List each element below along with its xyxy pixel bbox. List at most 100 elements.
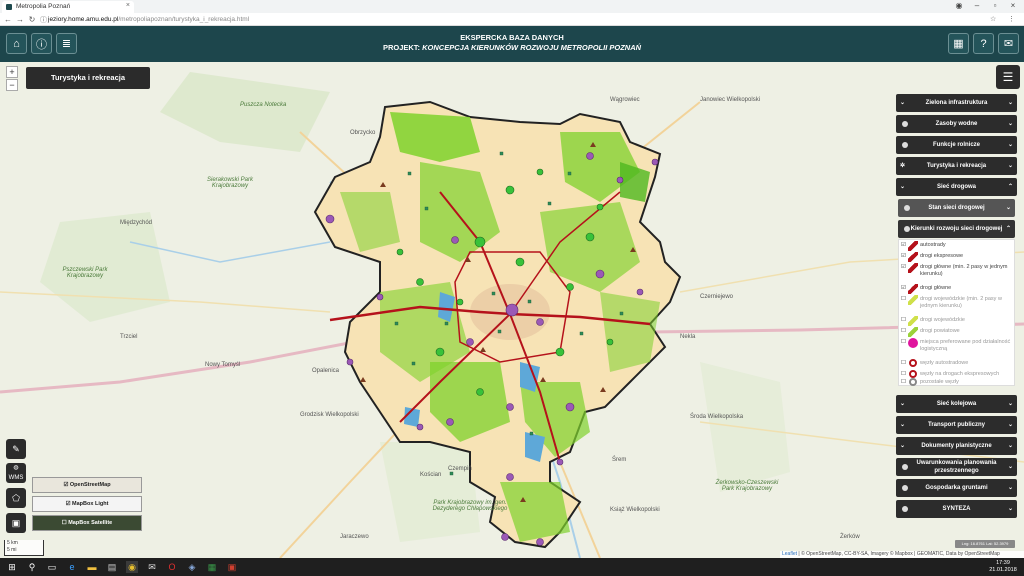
reload-icon[interactable]: ↻ [26,13,38,26]
label-grodzisk: Grodzisk Wielkopolski [300,412,359,418]
leaflet-link[interactable]: Leaflet [782,551,797,557]
checkbox-icon[interactable]: ☐ [901,360,906,366]
section-label: Funkcje rolnicze [932,142,980,148]
section-turystyka[interactable]: ✲ Turystyka i rekreacja ⌄ [896,157,1017,175]
draw-tool-icon[interactable]: ✎ [6,439,26,459]
section-siec-drogowa[interactable]: ⌄ Sieć drogowa ⌃ [896,178,1017,196]
scale-km: 5 km [7,540,18,546]
section-label: Kierunki rozwoju sieci drogowej [910,226,1003,232]
checkbox-icon[interactable]: ☐ [901,339,906,345]
label-dezydery: Park Krajobrazowy im. gen. Dezyderego Ch… [432,500,508,512]
checkbox-icon[interactable]: ☑ [63,482,68,488]
legend-swatch-icon [908,252,918,262]
page-title: EKSPERCKA BAZA DANYCH PROJEKT: KONCEPCJA… [300,33,724,53]
minimize-icon[interactable]: – [968,0,986,12]
edge-icon[interactable]: e [66,561,78,573]
section-zasoby[interactable]: Zasoby wodne ⌄ [896,115,1017,133]
task-view-icon[interactable]: ▭ [46,561,58,573]
chevron-up-icon: ⌃ [1005,226,1011,232]
chevron-down-icon: ⌄ [1007,464,1013,470]
region-shape-icon[interactable]: ⬠ [6,488,26,508]
title-project-name: KONCEPCJA KIERUNKÓW ROZWOJU METROPOLII P… [422,43,642,52]
url-host: jeziory.home.amu.edu.pl [48,16,119,23]
store-icon[interactable]: ▤ [106,561,118,573]
help-icon[interactable]: ? [973,33,994,54]
system-clock[interactable]: 17:39 21.01.2018 [986,560,1020,574]
mail-icon[interactable]: ✉ [998,33,1019,54]
chevron-up-icon: ⌃ [1007,184,1013,190]
browser-tab[interactable]: Metropolia Poznań × [2,1,134,13]
checkbox-icon[interactable]: ☑ [66,501,71,507]
chevron-down-icon: ⌄ [900,443,906,449]
forward-icon[interactable]: → [14,13,26,26]
section-funkcje[interactable]: Funkcje rolnicze ⌄ [896,136,1017,154]
start-icon[interactable]: ⊞ [6,561,18,573]
favicon-icon [6,4,12,10]
toggle-dot-icon[interactable] [902,121,908,127]
info-icon[interactable]: ⓘ [31,33,52,54]
layers-icon[interactable]: ☰ [996,65,1020,89]
toggle-dot-icon[interactable] [902,506,908,512]
explorer-icon[interactable]: ▬ [86,561,98,573]
section-transport[interactable]: ⌄ Transport publiczny ⌄ [896,416,1017,434]
legend-label: pozostałe węzły [920,379,959,385]
legend-label: drogi wojewódzkie (min. 2 pasy w jednym … [920,296,1002,309]
home-icon[interactable]: ⌂ [6,33,27,54]
mail-app-icon[interactable]: ✉ [146,561,158,573]
section-label: Transport publiczny [927,422,985,428]
user-icon[interactable]: ◉ [950,0,968,12]
checkbox-icon[interactable]: ☑ [901,253,906,259]
chrome-icon[interactable]: ◉ [126,561,138,573]
app-icon[interactable]: ◈ [186,561,198,573]
search-icon[interactable]: ⚲ [26,561,38,573]
checkbox-icon[interactable]: ☐ [901,317,906,323]
toggle-dot-icon[interactable] [904,226,910,232]
title-line-2: PROJEKT: KONCEPCJA KIERUNKÓW ROZWOJU MET… [300,43,724,53]
toggle-dot-icon[interactable] [902,464,908,470]
section-gospodarka[interactable]: Gospodarka gruntami ⌄ [896,479,1017,497]
checkbox-icon[interactable]: ☑ [901,264,906,270]
url-field[interactable]: ⓘ jeziory.home.amu.edu.pl/metropoliapozn… [40,14,980,25]
back-icon[interactable]: ← [2,13,14,26]
map-icon[interactable]: ▦ [948,33,969,54]
close-tab-icon[interactable]: × [126,2,130,9]
basemap-light[interactable]: ☑ MapBox Light [32,496,142,512]
section-uwarunkowania[interactable]: Uwarunkowania planowania przestrzennego ⌄ [896,458,1017,476]
checkbox-icon[interactable]: ☐ [901,371,906,377]
powerpoint-icon[interactable]: ▣ [226,561,238,573]
subsection-kierunki[interactable]: Kierunki rozwoju sieci drogowej ⌃ [898,220,1015,238]
wms-button[interactable]: ◍ WMS [6,463,26,483]
checkbox-icon[interactable]: ☑ [901,242,906,248]
legend-list: ☑ autostrady ☑ drogi ekspresowe ☑ drogi główn… [898,239,1015,386]
bookmark-star-icon[interactable]: ☆ [990,13,996,26]
section-zielona[interactable]: ⌄ Zielona infrastruktura ⌄ [896,94,1017,112]
checkbox-icon[interactable]: ☐ [901,296,906,302]
map-canvas[interactable]: Puszcza Notecka Sierakowski Park Krajobr… [0,62,1024,558]
section-synteza[interactable]: SYNTEZA ⌄ [896,500,1017,518]
toggle-dot-icon[interactable] [902,485,908,491]
menu-dots-icon[interactable]: ⋮ [1008,13,1015,26]
label-sroda: Środa Wielkopolska [690,414,744,420]
legend-label: drogi wojewódzkie [920,317,965,323]
checkbox-icon[interactable]: ☐ [901,379,906,385]
section-dokumenty[interactable]: ⌄ Dokumenty planistyczne ⌄ [896,437,1017,455]
basemap-osm[interactable]: ☑ OpenStreetMap [32,477,142,493]
opera-icon[interactable]: O [166,561,178,573]
checkbox-icon[interactable]: ☑ [901,285,906,291]
basemap-icon[interactable]: ▣ [6,513,26,533]
database-icon[interactable]: ≣ [56,33,77,54]
toggle-dot-icon[interactable] [902,142,908,148]
section-kolej[interactable]: ⌄ Sieć kolejowa ⌄ [896,395,1017,413]
url-path: /metropoliapoznan/turystyka_i_rekreacja.… [118,16,250,23]
basemap-satellite[interactable]: ☐ MapBox Satellite [32,515,142,531]
address-bar: ← → ↻ ⓘ jeziory.home.amu.edu.pl/metropol… [0,13,1024,26]
toggle-dot-icon[interactable] [904,205,910,211]
maximize-icon[interactable]: ▫ [986,0,1004,12]
excel-icon[interactable]: ▦ [206,561,218,573]
zoom-in-button[interactable]: + [6,66,18,78]
checkbox-icon[interactable]: ☐ [62,520,67,526]
subsection-stan[interactable]: Stan sieci drogowej ⌄ [898,199,1015,217]
close-window-icon[interactable]: × [1004,0,1022,12]
checkbox-icon[interactable]: ☐ [901,328,906,334]
zoom-out-button[interactable]: − [6,79,18,91]
